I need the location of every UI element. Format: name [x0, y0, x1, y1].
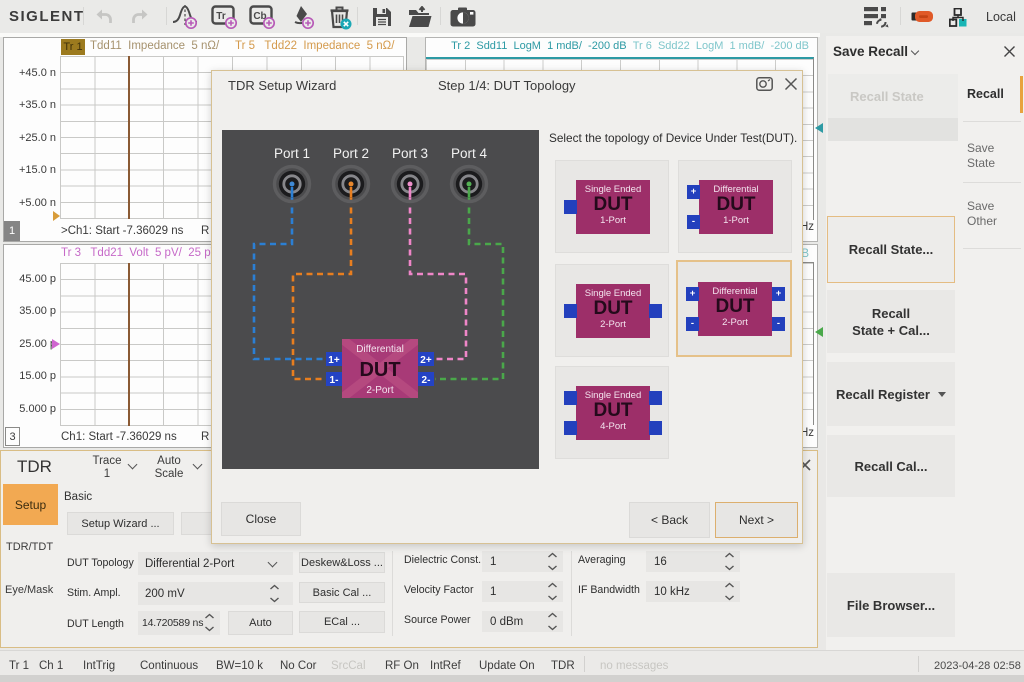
svg-text:Port 4: Port 4	[451, 146, 488, 161]
svg-text:Port 3: Port 3	[392, 146, 428, 161]
svg-text:2-: 2-	[422, 375, 431, 386]
svg-text:Port 2: Port 2	[333, 146, 369, 161]
svg-text:2-Port: 2-Port	[366, 385, 393, 396]
svg-text:1+: 1+	[328, 355, 340, 366]
svg-text:1-: 1-	[330, 375, 339, 386]
svg-text:2+: 2+	[420, 355, 432, 366]
svg-text:Port 1: Port 1	[274, 146, 310, 161]
svg-text:Differential: Differential	[356, 344, 404, 355]
svg-text:DUT: DUT	[359, 359, 400, 381]
svg-text:Tr: Tr	[216, 11, 226, 22]
